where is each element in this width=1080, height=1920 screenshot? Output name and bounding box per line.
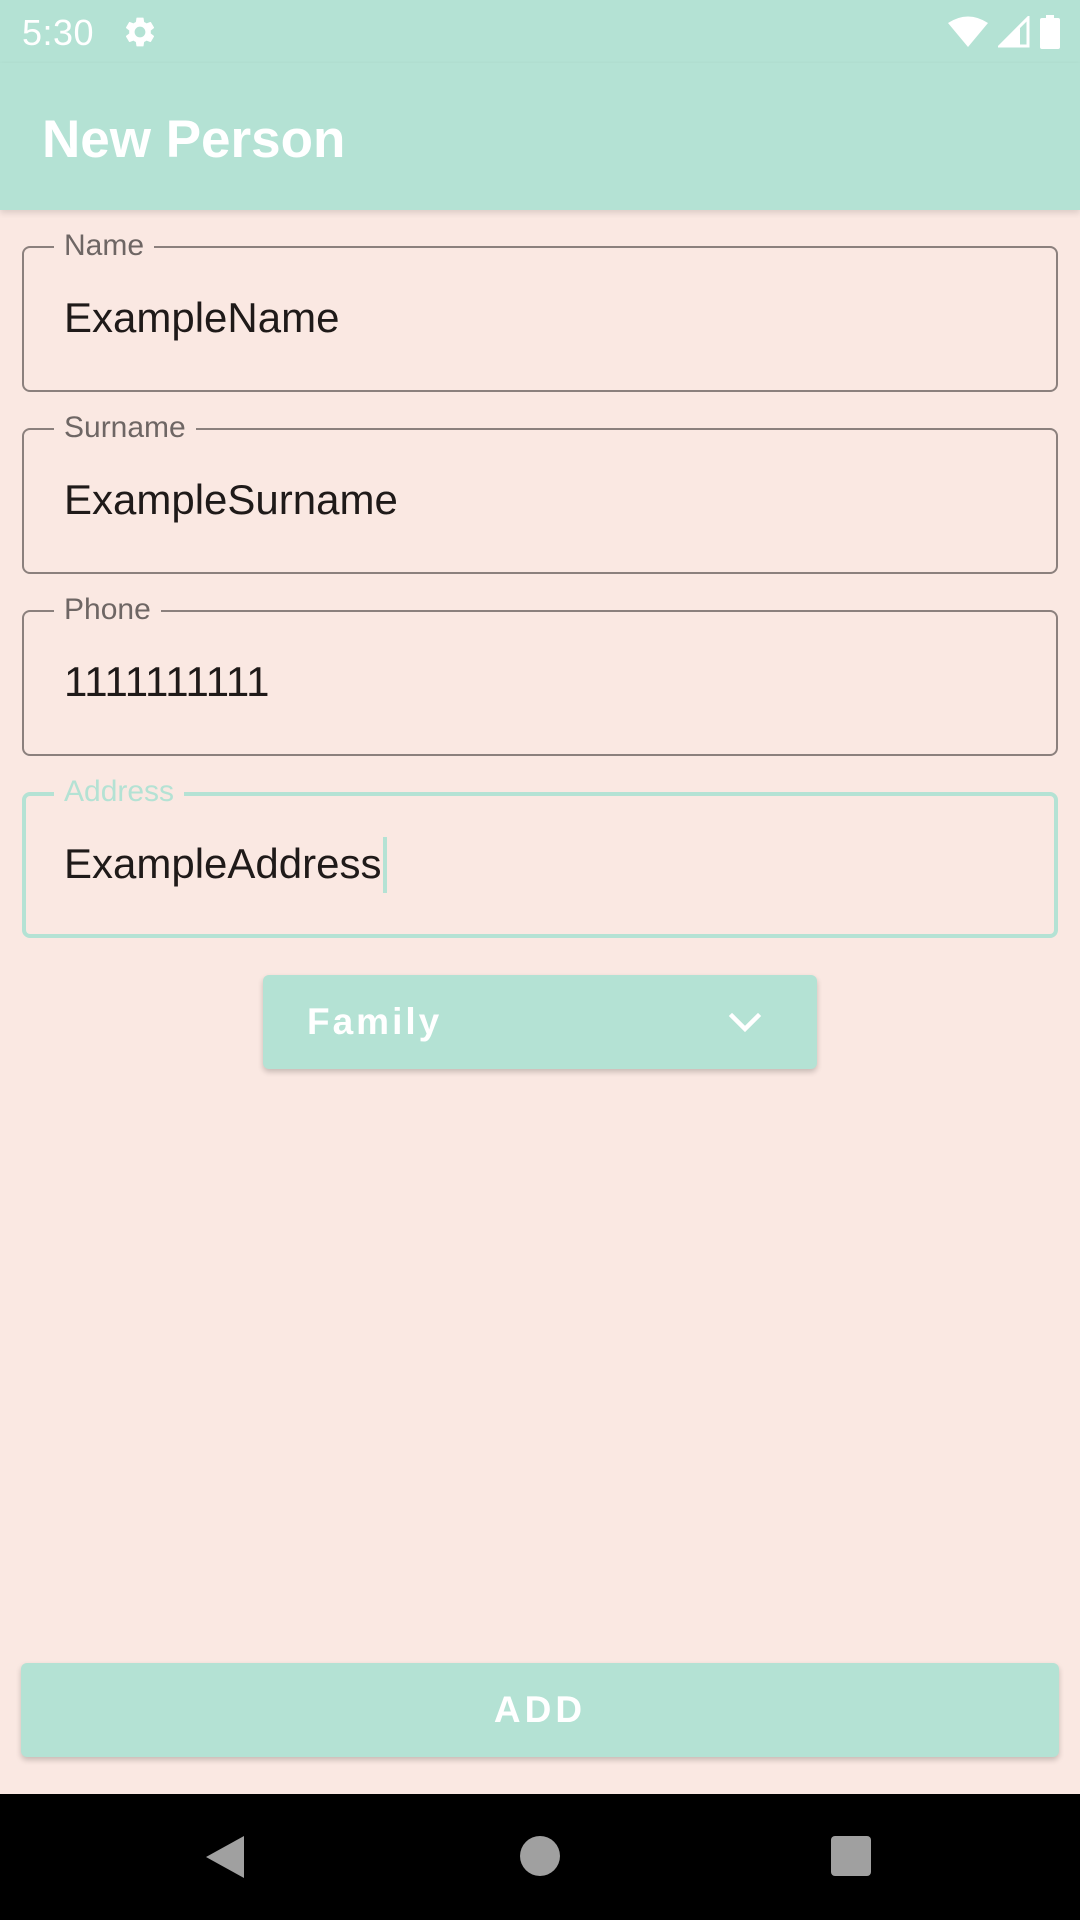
wifi-icon [948,16,988,47]
surname-field-label: Surname [54,410,196,446]
address-field[interactable]: Address ExampleAddress [22,774,1058,938]
cellular-signal-icon [998,16,1030,48]
address-field-input[interactable]: ExampleAddress [64,837,388,895]
back-icon[interactable] [204,1834,246,1880]
status-icons [948,14,1060,50]
surname-field[interactable]: Surname ExampleSurname [22,410,1058,574]
category-dropdown-value: Family [307,1001,443,1042]
name-field-value[interactable]: ExampleName [64,293,339,343]
page-title: New Person [42,110,346,169]
gear-icon [125,17,155,47]
add-button[interactable]: ADD [21,1663,1059,1757]
system-nav-bar [0,1794,1080,1920]
name-field-label: Name [54,228,155,264]
address-field-label: Address [54,774,185,810]
add-button-label: ADD [493,1689,587,1730]
status-bar: 5:30 [0,0,1080,63]
phone-field-label: Phone [54,592,161,628]
phone-field[interactable]: Phone 1111111111 [22,592,1058,756]
battery-icon [1040,15,1060,49]
app-bar: New Person [0,63,1080,210]
chevron-down-icon [728,1012,762,1033]
recents-icon[interactable] [831,1836,871,1876]
status-time: 5:30 [22,12,95,53]
home-icon[interactable] [520,1836,560,1876]
text-cursor [383,837,388,893]
category-dropdown[interactable]: Family [263,975,817,1069]
surname-field-value[interactable]: ExampleSurname [64,475,398,525]
phone-field-value[interactable]: 1111111111 [64,657,270,707]
name-field[interactable]: Name ExampleName [22,228,1058,392]
address-field-value: ExampleAddress [64,840,382,888]
